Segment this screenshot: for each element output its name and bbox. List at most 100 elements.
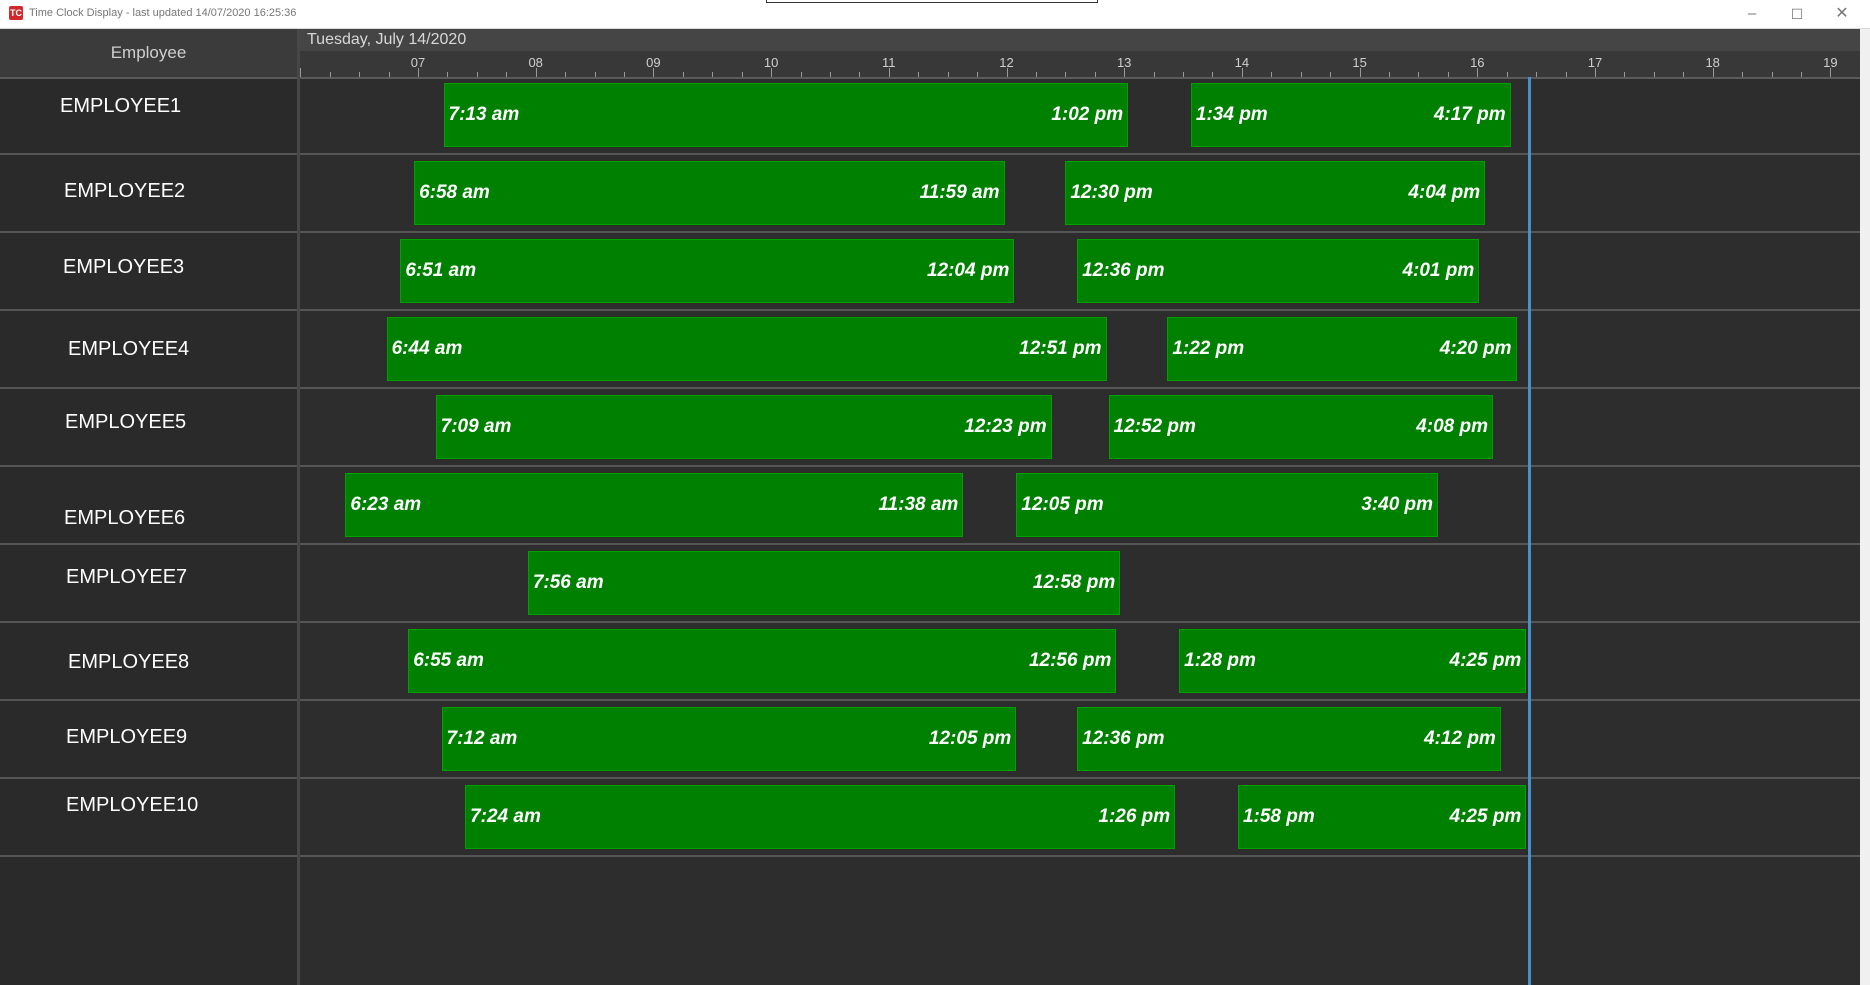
employee-name: EMPLOYEE6 bbox=[64, 507, 186, 529]
shift-bar[interactable]: 1:22 pm 4:20 pm bbox=[1167, 317, 1517, 381]
employee-name: EMPLOYEE1 bbox=[60, 95, 182, 117]
axis-tick bbox=[653, 68, 655, 77]
clock-in-time: 6:55 am bbox=[413, 650, 484, 671]
shift-bar[interactable]: 6:44 am 12:51 pm bbox=[386, 317, 1107, 381]
axis-tick bbox=[888, 68, 890, 77]
clock-in-time: 12:36 pm bbox=[1082, 260, 1165, 281]
shift-bar[interactable]: 1:58 pm 4:25 pm bbox=[1237, 785, 1527, 849]
shift-bar[interactable]: 12:30 pm 4:04 pm bbox=[1065, 161, 1486, 225]
clock-out-time: 11:59 am bbox=[919, 182, 1000, 203]
clock-in-time: 7:13 am bbox=[448, 104, 520, 125]
shift-bar[interactable]: 12:36 pm 4:01 pm bbox=[1077, 239, 1480, 303]
clock-out-time: 1:26 pm bbox=[1098, 806, 1171, 827]
clock-in-time: 1:22 pm bbox=[1172, 338, 1245, 359]
date-bar: Tuesday, July 14/2020 bbox=[300, 29, 1860, 51]
employee-row: EMPLOYEE3 bbox=[0, 233, 297, 311]
employee-row: EMPLOYEE6 bbox=[0, 467, 297, 545]
shift-bar[interactable]: 12:36 pm 4:12 pm bbox=[1077, 707, 1501, 771]
clock-in-time: 6:44 am bbox=[391, 338, 463, 359]
clock-out-time: 11:38 am bbox=[878, 494, 959, 515]
axis-tick bbox=[1477, 68, 1479, 77]
axis-tick bbox=[1595, 68, 1596, 77]
clock-in-time: 6:23 am bbox=[350, 494, 422, 515]
clock-out-time: 4:20 pm bbox=[1439, 338, 1512, 359]
employee-column-header: Employee bbox=[0, 29, 297, 79]
window-title: Time Clock Display - last updated 14/07/… bbox=[29, 7, 297, 19]
clock-out-time: 4:25 pm bbox=[1449, 806, 1522, 827]
shift-bar[interactable]: 7:12 am 12:05 pm bbox=[441, 707, 1017, 771]
axis-tick bbox=[1830, 68, 1832, 77]
date-label: Tuesday, July 14/2020 bbox=[307, 31, 467, 48]
employee-panel: Employee EMPLOYEE1 EMPLOYEE2 EMPLOYEE3 EMPL… bbox=[0, 29, 300, 985]
clock-in-time: 6:58 am bbox=[419, 182, 490, 203]
shift-bar[interactable]: 7:24 am 1:26 pm bbox=[465, 785, 1176, 849]
clock-out-time: 4:25 pm bbox=[1449, 650, 1522, 671]
clock-out-time: 4:08 pm bbox=[1416, 416, 1488, 437]
employee-name: EMPLOYEE10 bbox=[66, 794, 199, 816]
employee-name: EMPLOYEE5 bbox=[65, 411, 187, 433]
employee-row: EMPLOYEE9 bbox=[0, 701, 297, 779]
shift-bar[interactable]: 1:34 pm 4:17 pm bbox=[1190, 83, 1511, 147]
clock-in-time: 1:34 pm bbox=[1195, 104, 1268, 125]
clock-out-time: 12:58 pm bbox=[1032, 572, 1116, 593]
clock-out-time: 12:23 pm bbox=[964, 416, 1047, 437]
axis-tick bbox=[418, 68, 419, 77]
title-bar: TC Time Clock Display - last updated 14/… bbox=[0, 0, 1870, 29]
clock-in-time: 7:56 am bbox=[532, 572, 604, 593]
shift-bar[interactable]: 12:05 pm 3:40 pm bbox=[1016, 473, 1439, 537]
employee-row: EMPLOYEE10 bbox=[0, 779, 297, 857]
shift-bar[interactable]: 12:52 pm 4:08 pm bbox=[1108, 395, 1493, 459]
clock-in-time: 1:58 pm bbox=[1242, 806, 1315, 827]
shift-bar[interactable]: 6:51 am 12:04 pm bbox=[400, 239, 1015, 303]
employee-name: EMPLOYEE4 bbox=[68, 338, 190, 360]
shift-bar[interactable]: 6:23 am 11:38 am bbox=[345, 473, 964, 537]
employee-row: EMPLOYEE7 bbox=[0, 545, 297, 623]
axis-tick bbox=[300, 68, 302, 77]
maximize-icon[interactable]: ☐ bbox=[1775, 0, 1819, 28]
axis-tick bbox=[1241, 68, 1243, 77]
axis-tick bbox=[771, 68, 773, 77]
shift-bar[interactable]: 7:13 am 1:02 pm bbox=[443, 83, 1129, 147]
clock-out-time: 4:01 pm bbox=[1402, 260, 1475, 281]
shift-bar[interactable]: 6:58 am 11:59 am bbox=[414, 161, 1005, 225]
employee-name: EMPLOYEE7 bbox=[66, 566, 188, 588]
employee-name: EMPLOYEE9 bbox=[66, 726, 188, 748]
shift-bar[interactable]: 7:09 am 12:23 pm bbox=[435, 395, 1052, 459]
employee-row: EMPLOYEE4 bbox=[0, 311, 297, 389]
employee-row: EMPLOYEE2 bbox=[0, 155, 297, 233]
axis-tick bbox=[1359, 68, 1361, 77]
clock-in-time: 12:36 pm bbox=[1082, 728, 1165, 749]
clock-in-time: 12:30 pm bbox=[1070, 182, 1153, 203]
clock-in-time: 7:12 am bbox=[446, 728, 518, 749]
employee-name: EMPLOYEE8 bbox=[68, 651, 190, 673]
clock-out-time: 12:04 pm bbox=[926, 260, 1010, 281]
shift-bar[interactable]: 1:28 pm 4:25 pm bbox=[1179, 629, 1527, 693]
clock-in-time: 12:52 pm bbox=[1113, 416, 1196, 437]
clock-out-time: 12:05 pm bbox=[928, 728, 1012, 749]
clock-in-time: 7:24 am bbox=[470, 806, 541, 827]
shift-bar[interactable]: 6:55 am 12:56 pm bbox=[408, 629, 1117, 693]
clock-out-time: 12:56 pm bbox=[1028, 650, 1112, 671]
axis-tick bbox=[1006, 68, 1008, 77]
clock-in-time: 6:51 am bbox=[405, 260, 477, 281]
close-icon[interactable]: ✕ bbox=[1820, 0, 1864, 28]
clock-in-time: 12:05 pm bbox=[1021, 494, 1104, 515]
minimize-icon[interactable]: – bbox=[1730, 0, 1774, 28]
clock-out-time: 4:12 pm bbox=[1424, 728, 1496, 749]
clock-in-time: 1:28 pm bbox=[1184, 650, 1256, 671]
employee-row: EMPLOYEE1 bbox=[0, 77, 297, 155]
title-bar-frame bbox=[766, 0, 1098, 3]
timeline-area: Tuesday, July 14/2020 07 08 09 10 11 12 13 14 15… bbox=[300, 29, 1861, 985]
shift-bar[interactable]: 7:56 am 12:58 pm bbox=[527, 551, 1121, 615]
window-edge bbox=[1860, 29, 1870, 985]
axis-tick bbox=[1712, 68, 1714, 77]
employee-name: EMPLOYEE2 bbox=[64, 180, 186, 202]
clock-out-time: 3:40 pm bbox=[1361, 494, 1434, 515]
axis-tick bbox=[535, 68, 537, 77]
employee-row: EMPLOYEE5 bbox=[0, 389, 297, 467]
time-axis: 07 08 09 10 11 12 13 14 15 16 17 18 19 bbox=[300, 51, 1861, 79]
current-time-line bbox=[1527, 77, 1531, 985]
employee-name: EMPLOYEE3 bbox=[63, 256, 185, 278]
clock-out-time: 4:04 pm bbox=[1408, 182, 1481, 203]
axis-tick bbox=[1124, 68, 1126, 77]
